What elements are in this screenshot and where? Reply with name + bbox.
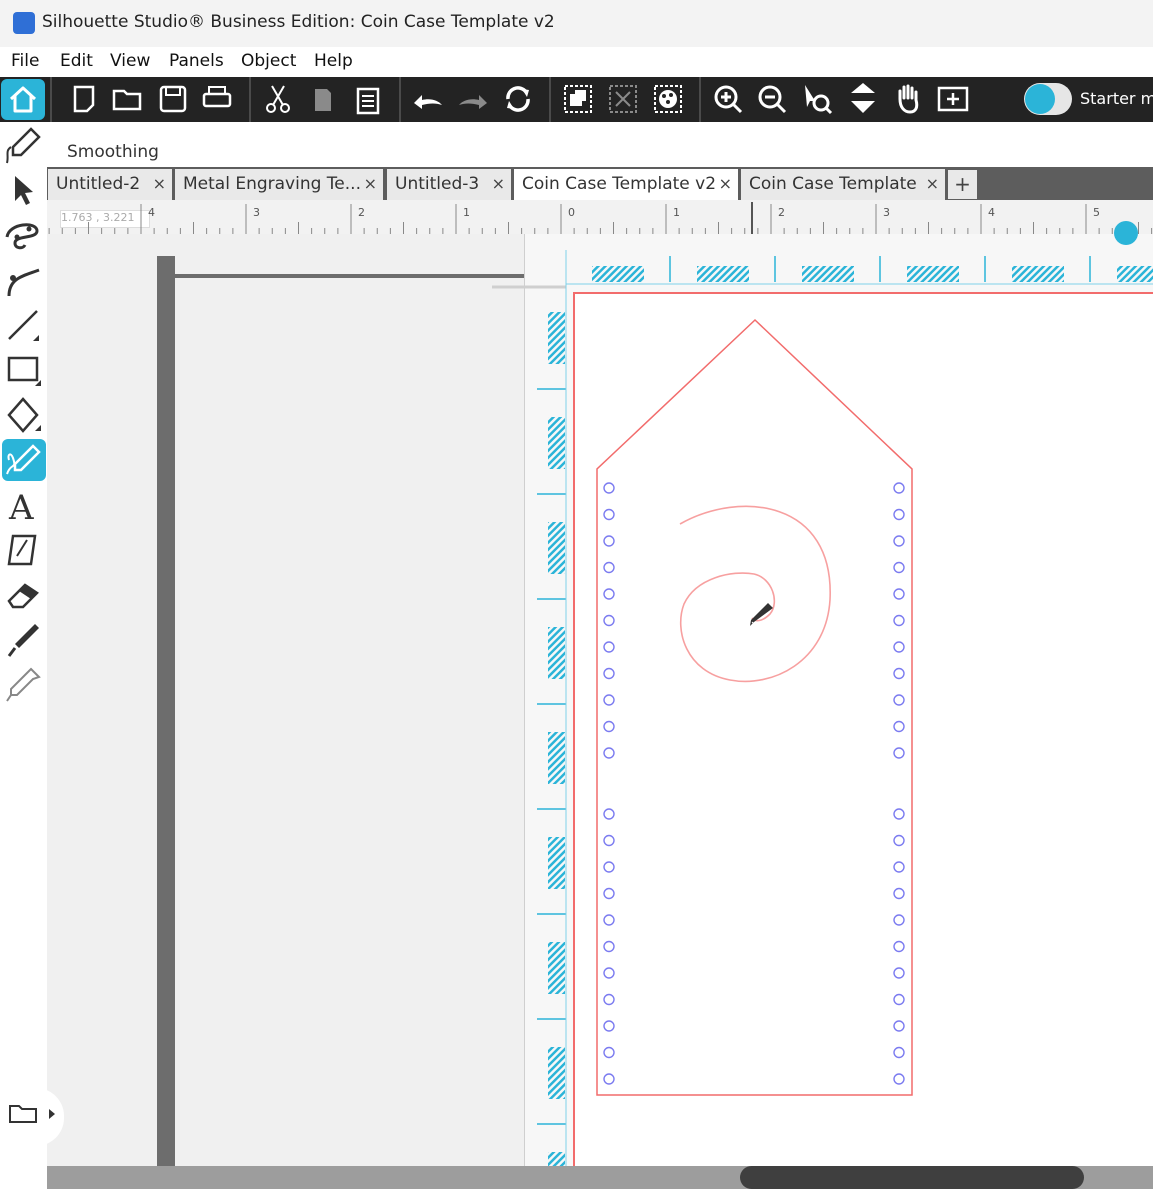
- stitch-hole: [603, 1046, 615, 1059]
- stitch-hole: [603, 535, 615, 547]
- stitch-hole: [893, 482, 905, 494]
- coin-case-outline: [596, 318, 913, 1096]
- registration-hatch-left: [548, 627, 565, 679]
- stitch-hole: [893, 535, 905, 547]
- stitch-hole: [603, 914, 615, 926]
- stitch-hole: [893, 914, 905, 926]
- silhouette-mat-logo-icon: [1114, 221, 1138, 245]
- stitch-hole: [893, 747, 905, 759]
- registration-hatch-left: [548, 942, 565, 994]
- stitch-hole: [603, 641, 615, 653]
- stitch-hole: [603, 747, 615, 759]
- stitch-hole: [603, 940, 615, 953]
- stitch-hole: [893, 720, 905, 733]
- registration-hatch-top: [802, 266, 854, 282]
- stitch-hole: [603, 614, 615, 627]
- ruler-label: 0: [568, 206, 575, 219]
- stitch-hole: [603, 508, 615, 521]
- stitch-hole: [893, 1073, 905, 1085]
- ruler-label: 3: [253, 206, 260, 219]
- stitch-hole: [893, 588, 905, 600]
- stitch-hole: [603, 1073, 615, 1085]
- stitch-hole: [603, 887, 615, 900]
- registration-hatch-top: [697, 266, 749, 282]
- registration-hatch-left: [548, 417, 565, 469]
- ruler-label: 5: [1093, 206, 1100, 219]
- stitch-hole: [893, 940, 905, 953]
- stitch-hole: [603, 588, 615, 600]
- horizontal-scrollbar-thumb[interactable]: [740, 1166, 1084, 1189]
- stitch-hole: [603, 834, 615, 847]
- ruler-label: 2: [358, 206, 365, 219]
- stitch-hole: [603, 993, 615, 1006]
- stitch-hole: [893, 561, 905, 574]
- ruler-labels: 4 3 2 1 0 1 2 3 4 5: [148, 206, 1100, 219]
- ruler-label: 4: [148, 206, 155, 219]
- stitch-hole: [603, 861, 615, 873]
- folder-icon: [9, 1105, 55, 1123]
- ruler-label: 3: [883, 206, 890, 219]
- registration-hatch-left: [548, 1047, 565, 1099]
- registration-hatch-top: [907, 266, 959, 282]
- registration-marks: [537, 221, 1153, 1189]
- stitch-hole: [893, 1020, 905, 1032]
- stitch-hole: [603, 720, 615, 733]
- stitch-hole: [893, 887, 905, 900]
- registration-hatch-left: [548, 732, 565, 784]
- stitch-hole: [603, 967, 615, 979]
- stitch-hole: [893, 1046, 905, 1059]
- registration-hatch-top: [1012, 266, 1064, 282]
- canvas-overlay: 4 3 2 1 0 1 2 3 4 5: [48, 202, 1153, 1189]
- ruler-label: 1: [673, 206, 680, 219]
- registration-hatch-left: [548, 837, 565, 889]
- stitch-hole: [893, 993, 905, 1006]
- library-drawer[interactable]: [0, 1088, 64, 1146]
- stitch-hole: [893, 614, 905, 627]
- stitch-hole: [603, 1020, 615, 1032]
- stitch-hole: [893, 861, 905, 873]
- ruler-label: 1: [463, 206, 470, 219]
- stitch-hole: [603, 482, 615, 494]
- stitch-hole: [893, 694, 905, 706]
- ruler-label: 2: [778, 206, 785, 219]
- stitch-hole: [603, 694, 615, 706]
- stitch-holes: [603, 482, 905, 1085]
- stitch-hole: [893, 641, 905, 653]
- freehand-spiral: [679, 505, 831, 683]
- stitch-hole: [893, 834, 905, 847]
- registration-hatch-top: [592, 266, 644, 282]
- registration-hatch-top: [1117, 266, 1153, 282]
- stitch-hole: [893, 508, 905, 521]
- stitch-hole: [893, 667, 905, 680]
- registration-hatch-left: [548, 312, 565, 364]
- stitch-hole: [893, 967, 905, 979]
- stitch-hole: [603, 808, 615, 820]
- stitch-hole: [603, 561, 615, 574]
- stitch-hole: [603, 667, 615, 680]
- ruler-ticks: [48, 202, 1153, 234]
- ruler-label: 4: [988, 206, 995, 219]
- registration-hatch-left: [548, 522, 565, 574]
- stitch-hole: [893, 808, 905, 820]
